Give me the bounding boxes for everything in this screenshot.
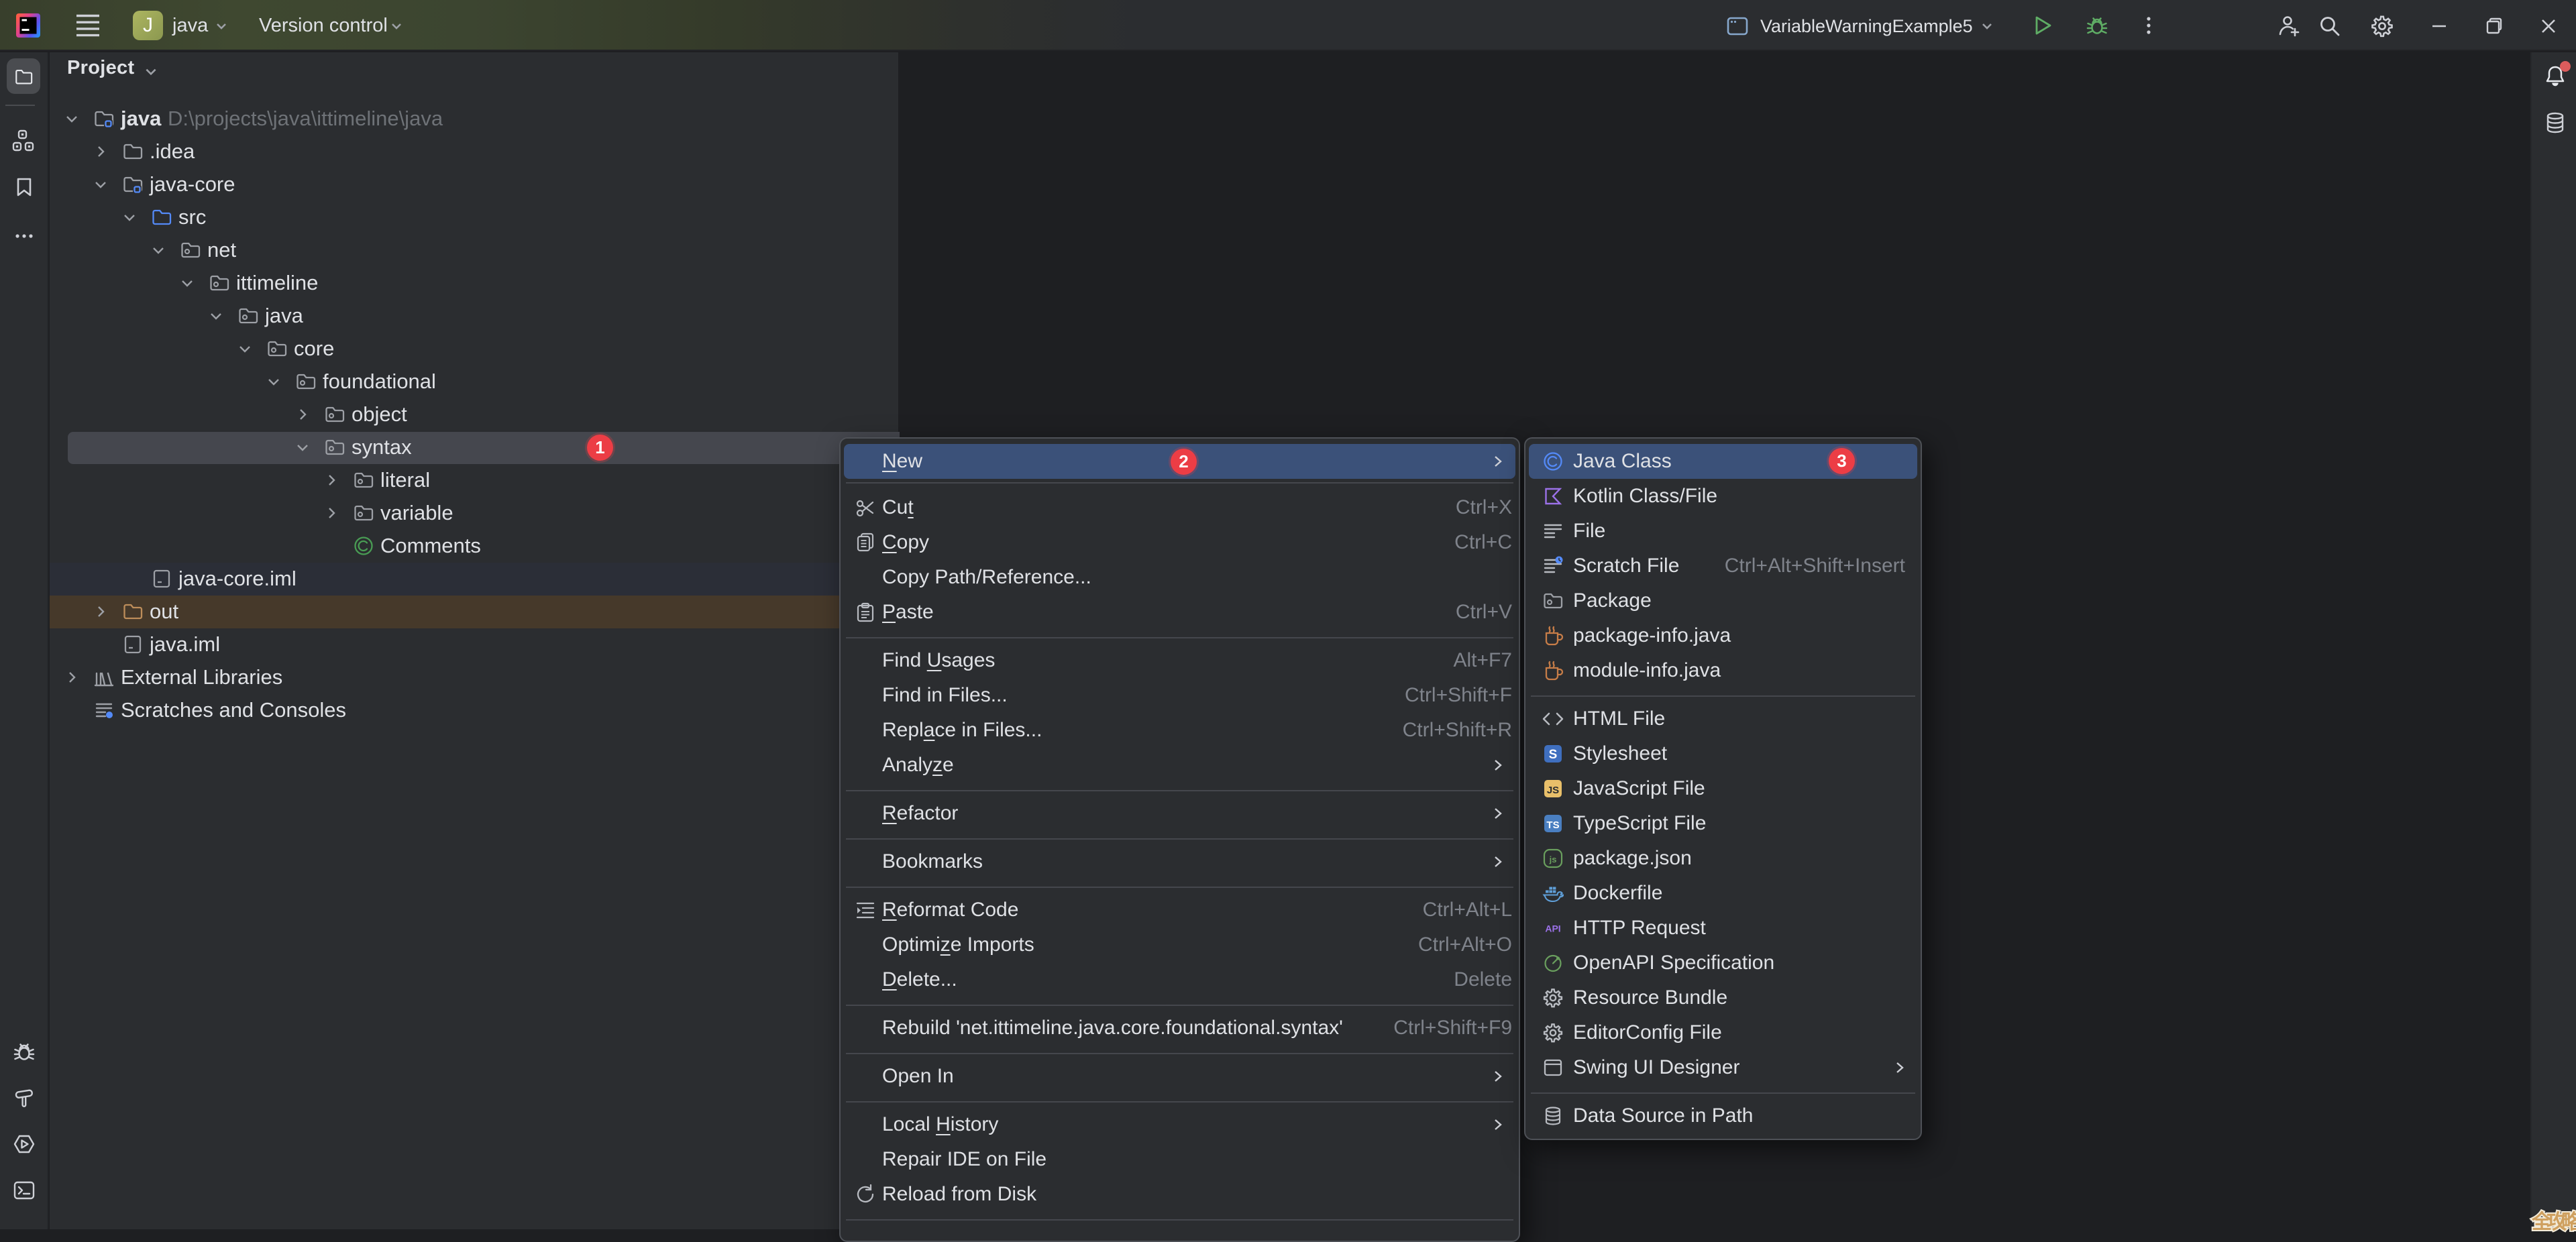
svg-text:API: API <box>1545 923 1560 934</box>
svg-text:S: S <box>1549 748 1558 762</box>
svg-text:TS: TS <box>1546 820 1559 831</box>
svg-text:JS: JS <box>1547 785 1559 796</box>
svg-text:js: js <box>1549 854 1557 864</box>
